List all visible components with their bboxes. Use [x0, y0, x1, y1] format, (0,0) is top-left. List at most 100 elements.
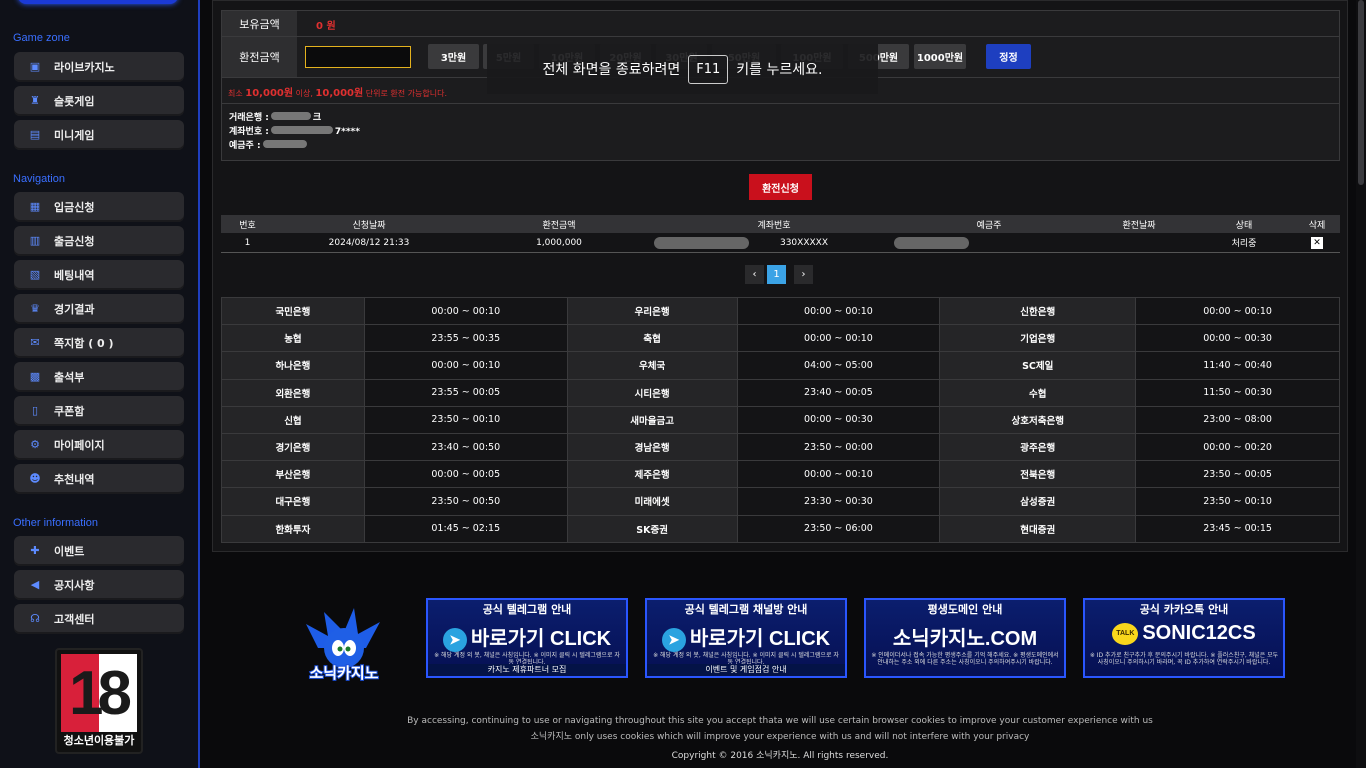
bank-maintenance-table: 국민은행 00:00 ~ 00:10 우리은행 00:00 ~ 00:10 신한은행 00…: [221, 296, 1340, 543]
footer-cookie-line1: By accessing, continuing to use or navig…: [407, 716, 1153, 726]
bank-name: 삼성증권: [939, 487, 1137, 516]
history-cell-text: 2024/08/12 21:33: [328, 237, 410, 248]
apply-exchange-button[interactable]: 환전신청: [749, 174, 812, 200]
sidebar-item-label: 쿠폰함: [54, 405, 85, 418]
sidebar-item-nav_items-1[interactable]: ▥ 출금신청: [14, 226, 184, 256]
banner-0[interactable]: 공식 텔레그램 안내 ➤ 바로가기 CLICK ※ 해당 계정 외 봇, 채널은 사칭…: [426, 598, 628, 678]
bank-name: 한화투자: [221, 514, 365, 543]
bank-name: 현대증권: [939, 514, 1137, 543]
table-row: 한화투자 01:45 ~ 02:15 SK증권 23:50 ~ 06:00 현대증권 23…: [221, 514, 1340, 543]
bank-name: 신한은행: [939, 296, 1137, 326]
maintenance-time: 23:50 ~ 00:50: [363, 487, 568, 516]
sidebar-item-other_items-0[interactable]: ✚ 이벤트: [14, 536, 184, 566]
bank-name: 우체국: [566, 351, 738, 380]
banner-3[interactable]: 공식 카카오톡 안내 TALK SONIC12CS ※ ID 추가로 친구추가 후 문…: [1083, 598, 1285, 678]
banner-2[interactable]: 평생도메인 안내 소닉카지노.COM ※ 인메이더서나 접속 가능한 평생주소를 기…: [864, 598, 1066, 678]
amount-button-8[interactable]: 1000만원: [914, 44, 966, 69]
sidebar-item-label: 출석부: [54, 371, 85, 384]
bank-name: 외환은행: [221, 378, 365, 407]
sidebar-item-label: 추천내역: [54, 473, 95, 486]
history-cell-holder: [894, 233, 1084, 252]
history-cell-date: 2024/08/12 21:33: [274, 233, 464, 252]
gift-icon: ✚: [30, 544, 40, 557]
table-row: 대구은행 23:50 ~ 00:50 미래에셋 23:30 ~ 00:30 삼성증권 23…: [221, 487, 1340, 516]
maintenance-time: 00:00 ~ 00:30: [736, 405, 941, 434]
sidebar-item-label: 미니게임: [54, 129, 95, 142]
scrollbar-thumb[interactable]: [1358, 0, 1364, 185]
bank-name: 전북은행: [939, 460, 1137, 489]
sidebar-item-nav_items-7[interactable]: ⚙ 마이페이지: [14, 430, 184, 460]
banner-sub: ※ 인메이더서나 접속 가능한 평생주소를 기억 해주세요. ※ 평생도메인에서…: [871, 652, 1059, 666]
deposit-icon: ▦: [29, 200, 41, 213]
logo-text: 소닉카지노: [309, 664, 378, 682]
account-info: 거래은행 :크 계좌번호 :7**** 예금주 :: [229, 112, 360, 151]
sidebar-item-game_items-2[interactable]: ▤ 미니게임: [14, 120, 184, 150]
headset-icon: ☊: [30, 612, 40, 625]
settings-icon: ⚙: [30, 438, 40, 451]
prev-page-button[interactable]: ‹: [745, 265, 764, 284]
history-header-7: 삭제: [1308, 220, 1326, 231]
maintenance-time: 00:00 ~ 00:10: [363, 296, 568, 326]
bank-name: 축협: [566, 324, 738, 353]
bank-name: SK증권: [566, 514, 738, 543]
maintenance-time: 04:00 ~ 05:00: [736, 351, 941, 380]
banner-main-text: 바로가기 CLICK: [470, 628, 612, 650]
history-cell-no: 1: [221, 233, 274, 252]
sidebar-item-nav_items-4[interactable]: ✉ 쪽지함 ( 0 ): [14, 328, 184, 358]
sidebar-item-label: 입금신청: [54, 201, 95, 214]
section-title-other: Other information: [13, 517, 98, 529]
current-page-button[interactable]: 1: [767, 265, 786, 284]
next-page-button[interactable]: ›: [794, 265, 813, 284]
bank-name: 광주은행: [939, 432, 1137, 462]
banner-bottom: 카지노 제휴파트너 모집: [428, 664, 626, 676]
sidebar-item-other_items-1[interactable]: ◀ 공지사항: [14, 570, 184, 600]
scrollbar[interactable]: [1356, 0, 1366, 768]
sidebar-item-nav_items-3[interactable]: ♛ 경기결과: [14, 294, 184, 324]
maintenance-time: 23:50 ~ 00:10: [363, 405, 568, 434]
telegram-icon: ➤: [442, 627, 467, 652]
sidebar-item-nav_items-0[interactable]: ▦ 입금신청: [14, 192, 184, 222]
history-cell-account: 330XXXXX: [654, 233, 894, 252]
history-header-4: 예금주: [976, 220, 1002, 231]
sidebar-item-other_items-2[interactable]: ☊ 고객센터: [14, 604, 184, 634]
maintenance-time: 00:00 ~ 00:10: [1135, 296, 1340, 326]
history-cell-status: 처리중: [1194, 233, 1294, 252]
sidebar-item-label: 쪽지함 ( 0 ): [54, 337, 114, 350]
balance-label: 보유금액: [222, 11, 297, 36]
history-header-2: 환전금액: [542, 220, 576, 231]
history-cell-text: 330XXXXX: [779, 237, 828, 248]
site-logo[interactable]: [18, 0, 178, 4]
calendar-icon: ▩: [29, 370, 41, 383]
banner-title: 공식 카카오톡 안내: [1139, 603, 1229, 616]
mini-icon: ▤: [29, 128, 41, 141]
history-cell-delete[interactable]: ✕: [1294, 233, 1340, 252]
sidebar-item-nav_items-6[interactable]: ▯ 쿠폰함: [14, 396, 184, 426]
withdraw-icon: ▥: [29, 234, 41, 247]
sidebar-item-nav_items-5[interactable]: ▩ 출석부: [14, 362, 184, 392]
reset-button[interactable]: 정정: [986, 44, 1031, 69]
sidebar-item-label: 이벤트: [54, 545, 85, 558]
sidebar-item-game_items-1[interactable]: ♜ 슬롯게임: [14, 86, 184, 116]
f11-key: F11: [688, 54, 729, 84]
amount-button-0[interactable]: 3만원: [428, 44, 479, 69]
kakao-talk-icon: TALK: [1112, 622, 1139, 645]
bank-name: 부산은행: [221, 460, 365, 489]
sidebar-item-nav_items-2[interactable]: ▧ 베팅내역: [14, 260, 184, 290]
users-icon: ☻: [29, 472, 41, 485]
table-row: 신협 23:50 ~ 00:10 새마을금고 00:00 ~ 00:30 상호저축은행 2…: [221, 405, 1340, 434]
sidebar-item-game_items-0[interactable]: ▣ 라이브카지노: [14, 52, 184, 82]
amount-input[interactable]: [305, 46, 411, 68]
delete-icon: ✕: [1311, 236, 1323, 249]
banner-1[interactable]: 공식 텔레그램 채널방 안내 ➤ 바로가기 CLICK ※ 해당 계정 외 봇, 채널…: [645, 598, 847, 678]
maintenance-time: 00:00 ~ 00:10: [736, 324, 941, 353]
maintenance-time: 23:40 ~ 00:50: [363, 432, 568, 462]
bank-name: 대구은행: [221, 487, 365, 516]
section-title-game: Game zone: [13, 32, 70, 44]
table-row: 외환은행 23:55 ~ 00:05 시티은행 23:40 ~ 00:05 수협 11:5…: [221, 378, 1340, 407]
history-header-5: 환전날짜: [1122, 220, 1156, 231]
sonic-casino-logo[interactable]: 소닉카지노: [288, 604, 400, 684]
table-row: 국민은행 00:00 ~ 00:10 우리은행 00:00 ~ 00:10 신한은행 00…: [221, 296, 1340, 326]
history-cell-amount: 1,000,000: [464, 233, 654, 252]
sidebar-item-nav_items-8[interactable]: ☻ 추천내역: [14, 464, 184, 494]
maintenance-time: 01:45 ~ 02:15: [363, 514, 568, 543]
